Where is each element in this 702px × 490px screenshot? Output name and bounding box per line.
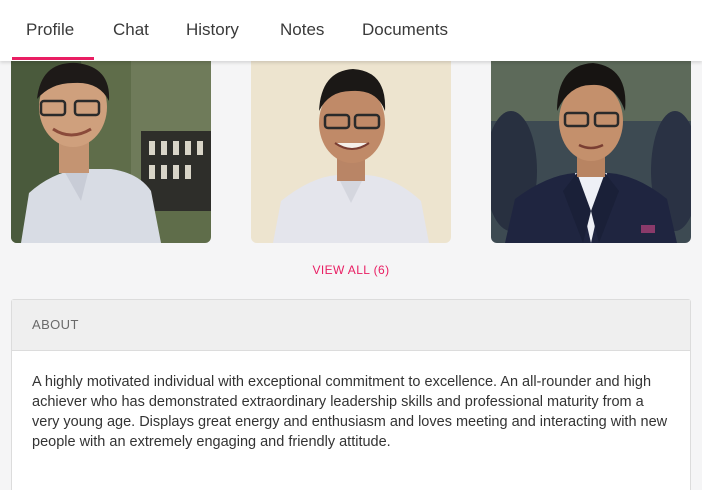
about-text: A highly motivated individual with excep… <box>32 374 668 450</box>
about-header: ABOUT <box>12 300 690 351</box>
tab-bar: Profile Chat History Notes Documents <box>0 0 702 61</box>
tab-chat[interactable]: Chat <box>113 0 149 61</box>
view-all-photos-link[interactable]: VIEW ALL (6) <box>0 263 702 277</box>
about-card: ABOUT A highly motivated individual with… <box>11 299 691 490</box>
active-tab-indicator <box>12 57 94 60</box>
tab-profile[interactable]: Profile <box>26 0 74 61</box>
photo-2-image <box>251 61 451 243</box>
photo-1-image <box>11 61 211 243</box>
tab-history[interactable]: History <box>186 0 239 61</box>
tab-notes[interactable]: Notes <box>280 0 324 61</box>
profile-photo-3[interactable] <box>491 61 691 243</box>
photo-3-image <box>491 61 691 243</box>
profile-photo-1[interactable] <box>11 61 211 243</box>
profile-photo-2[interactable] <box>251 61 451 243</box>
photo-gallery <box>0 61 702 243</box>
tab-documents[interactable]: Documents <box>362 0 448 61</box>
